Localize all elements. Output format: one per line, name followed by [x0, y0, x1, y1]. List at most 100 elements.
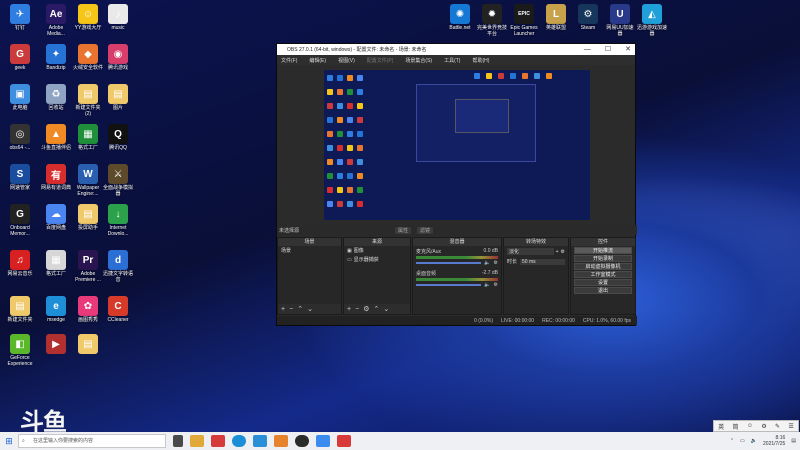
obs-window[interactable]: OBS 27.0.1 (64-bit, windows) - 配置文件: 未命名… [276, 43, 637, 326]
feishu-icon[interactable] [316, 435, 330, 447]
desktop-icon[interactable]: S 网速管家 [4, 164, 36, 191]
remove-icon[interactable]: − [355, 306, 359, 313]
desktop-icon[interactable]: ✺ Battle.net [444, 4, 476, 31]
preview-canvas[interactable] [324, 70, 590, 220]
menu-profile[interactable]: 配置文件(P) [367, 57, 394, 64]
desktop-icon[interactable]: ▤ 新建文件夹 (2) [72, 84, 104, 117]
desktop-icon[interactable]: Ggeek [4, 44, 36, 71]
remove-icon[interactable]: − [289, 306, 293, 313]
speaker-icon[interactable]: 🔈 [484, 282, 490, 288]
start-streaming-button[interactable]: 开始推流 [574, 247, 632, 254]
ime-english[interactable]: 英 [718, 422, 724, 431]
move-up-icon[interactable]: ⌃ [297, 305, 303, 313]
desktop-icon[interactable]: ▦ 格式工厂 [40, 250, 72, 277]
desktop-icon[interactable]: ▲ 斗鱼直播伴侣 [40, 124, 72, 151]
menu-edit[interactable]: 编辑(E) [309, 57, 326, 64]
volume-slider[interactable] [416, 284, 482, 286]
move-up-icon[interactable]: ⌃ [373, 305, 379, 313]
desktop-icon[interactable]: ◆ 火绒安全软件 [72, 44, 104, 71]
menu-file[interactable]: 文件(F) [281, 57, 297, 64]
settings-button[interactable]: 设置 [574, 279, 632, 286]
desktop-icon[interactable]: G Onboard Memor... [4, 204, 36, 237]
close-icon[interactable]: ✕ [625, 44, 631, 55]
source-item-image[interactable]: ▣ 图像 [344, 246, 410, 255]
duration-input[interactable]: 50 ms [520, 258, 565, 265]
desktop-icon[interactable]: ▤ 图片 [102, 84, 134, 111]
desktop-icon[interactable]: ♪ music [102, 4, 134, 31]
desktop-icon[interactable]: ▣ 此电脑 [4, 84, 36, 111]
desktop-icon[interactable]: C CCleaner [102, 296, 134, 323]
desktop-icon[interactable]: ◎ obs64 -... [4, 124, 36, 151]
minimize-icon[interactable]: — [584, 44, 591, 55]
menu-help[interactable]: 帮助(H) [472, 57, 489, 64]
maximize-icon[interactable]: ☐ [605, 44, 611, 55]
volume-slider[interactable] [416, 262, 482, 264]
desktop-icon[interactable]: e msedge [40, 296, 72, 323]
desktop-icon[interactable]: ◉ 腾讯游戏 [102, 44, 134, 71]
desktop-icon[interactable]: Q 腾讯QQ [102, 124, 134, 151]
add-icon[interactable]: + [556, 249, 559, 255]
add-icon[interactable]: + [347, 306, 351, 313]
start-virtual-camera-button[interactable]: 启动虚拟摄像机 [574, 263, 632, 270]
gear-icon[interactable]: ⚙ [561, 249, 565, 255]
desktop-icon[interactable]: ◧ GeForce Experience [4, 334, 36, 367]
source-item-display-capture[interactable]: ▭ 显示器捕获 [344, 255, 410, 264]
app-icon[interactable] [274, 435, 288, 447]
filters-button[interactable]: 滤镜 [417, 226, 434, 234]
start-recording-button[interactable]: 开始录制 [574, 255, 632, 262]
desktop-icon[interactable]: ▶ [40, 334, 72, 355]
desktop-icon[interactable]: ▤ [72, 334, 104, 355]
desktop-icon[interactable]: ◭ 迅游游戏加速 器 [636, 4, 668, 37]
desktop-icon[interactable]: ▦ 格式工厂 [72, 124, 104, 151]
ime-simplified[interactable]: 简 [733, 422, 739, 431]
scene-item[interactable]: 场景 [278, 246, 341, 255]
file-explorer-icon[interactable] [190, 435, 204, 447]
desktop-icon[interactable]: ↓ Internet Downlo... [102, 204, 134, 237]
menu-scene-collection[interactable]: 场景集合(S) [405, 57, 432, 64]
transition-select[interactable]: 淡化 [507, 248, 554, 255]
desktop-icon[interactable]: U 网易UU加速 器 [604, 4, 636, 37]
netease-music-icon[interactable] [337, 435, 351, 447]
windows-start-icon[interactable]: ⊞ [0, 436, 18, 447]
desktop-icon[interactable]: ✦ Bandizip [40, 44, 72, 71]
desktop-icon[interactable]: ⚙ Steam [572, 4, 604, 31]
desktop-icon[interactable]: ✹ 完美世界竞技 平台 [476, 4, 508, 37]
clock[interactable]: 8:16 2021/7/25 [763, 435, 785, 447]
volume-icon[interactable]: 🔈 [751, 438, 757, 444]
obs-titlebar[interactable]: OBS 27.0.1 (64-bit, windows) - 配置文件: 未命名… [277, 44, 635, 55]
speaker-icon[interactable]: 🔈 [484, 260, 490, 266]
desktop-icon[interactable]: ▤ 新建文件夹 [4, 296, 36, 323]
gear-icon[interactable]: ⚙ [494, 260, 498, 266]
gear-icon[interactable]: ⚙ [761, 423, 766, 430]
desktop-icon[interactable]: ✿ 画图秀秀 [72, 296, 104, 323]
move-down-icon[interactable]: ⌄ [383, 305, 389, 313]
mail-icon[interactable] [211, 435, 225, 447]
properties-button[interactable]: 属性 [395, 226, 412, 234]
desktop-icon[interactable]: Ae Adobe Media... [40, 4, 72, 37]
menu-icon[interactable]: ☰ [788, 423, 793, 430]
desktop-icon[interactable]: ☺ YY游戏大厅 [72, 4, 104, 31]
move-down-icon[interactable]: ⌄ [307, 305, 313, 313]
studio-mode-button[interactable]: 工作室模式 [574, 271, 632, 278]
desktop-icon[interactable]: Pr Adobe Premiere ... [72, 250, 104, 283]
pen-icon[interactable]: ✎ [775, 423, 780, 430]
obs-taskbar-icon[interactable] [295, 435, 309, 447]
desktop-icon[interactable]: 有网易有道词典 [40, 164, 72, 191]
network-icon[interactable]: ▭ [740, 438, 745, 444]
desktop-icon[interactable]: ✈ 钉钉 [4, 4, 36, 31]
desktop-icon[interactable]: W Wallpaper Engine:... [72, 164, 104, 197]
edge-icon[interactable] [232, 435, 246, 447]
desktop-icon[interactable]: ♫ 网易云音乐 [4, 250, 36, 277]
desktop-icon[interactable]: ☁ 百度网盘 [40, 204, 72, 231]
menu-tools[interactable]: 工具(T) [444, 57, 460, 64]
desktop-icon[interactable]: ⚔ 全面战争模拟 器 [102, 164, 134, 197]
desktop-icon[interactable]: d 迅捷文字转语 音 [102, 250, 134, 283]
add-icon[interactable]: + [281, 306, 285, 313]
gear-icon[interactable]: ⚙ [494, 282, 498, 288]
chevron-up-icon[interactable]: ⌃ [730, 438, 734, 444]
gear-icon[interactable]: ⚙ [363, 305, 369, 313]
exit-button[interactable]: 退出 [574, 287, 632, 294]
store-icon[interactable] [253, 435, 267, 447]
desktop-icon[interactable]: L 英雄联盟 [540, 4, 572, 31]
menu-view[interactable]: 视图(V) [338, 57, 355, 64]
